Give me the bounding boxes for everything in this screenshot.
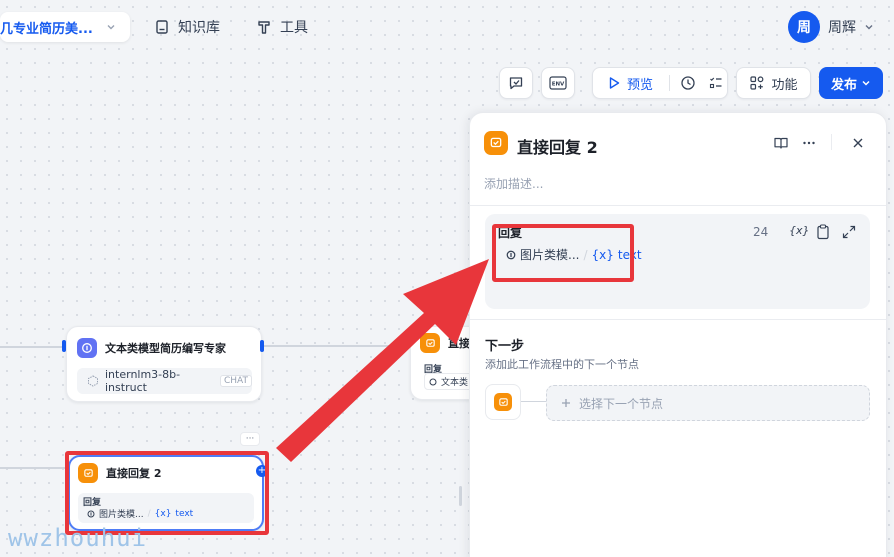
description-input[interactable]: 添加描述... — [484, 175, 543, 192]
preview-button[interactable]: 预览 — [627, 74, 653, 93]
llm-node-title: 文本类模型简历编写专家 — [105, 342, 226, 355]
next-step-description: 添加此工作流程中的下一个节点 — [485, 358, 639, 371]
user-name: 周辉 — [828, 20, 856, 36]
user-menu[interactable]: 周 周辉 — [788, 11, 874, 43]
divider — [470, 319, 886, 320]
model-name: internlm3-8b-instruct — [105, 368, 181, 394]
answer-node-icon — [494, 393, 512, 411]
publish-label: 发布 — [830, 77, 857, 93]
insert-variable-button[interactable]: {x} — [789, 224, 810, 237]
select-next-node-label: 选择下一个节点 — [579, 396, 664, 411]
var-pill: 文本类 — [424, 373, 474, 390]
divider — [831, 134, 832, 150]
panel-title[interactable]: 直接回复 2 — [517, 134, 598, 158]
model-icon — [87, 375, 99, 387]
chevron-down-icon — [861, 78, 871, 88]
node-config-panel: 直接回复 2 添加描述... 回复 24 {x} 图片类模... / {x} t… — [469, 112, 887, 557]
answer-node-icon — [484, 131, 508, 155]
model-tag: CHAT — [219, 375, 252, 387]
nav-knowledge[interactable]: 知识库 — [154, 16, 220, 38]
close-icon[interactable] — [850, 135, 866, 151]
edge — [0, 467, 66, 469]
expand-icon[interactable] — [842, 225, 856, 239]
watermark: wwzhouhui — [8, 524, 148, 552]
avatar: 周 — [788, 11, 820, 43]
llm-node[interactable]: 文本类模型简历编写专家 internlm3-8b-instruct CHAT — [66, 326, 262, 402]
more-icon[interactable] — [801, 135, 817, 151]
divider — [669, 75, 671, 91]
run-history-icon[interactable] — [680, 75, 696, 91]
chevron-down-icon — [106, 22, 116, 32]
book-open-icon[interactable] — [773, 135, 789, 151]
highlight-box-reply — [492, 224, 634, 282]
node-source-handle[interactable] — [260, 340, 264, 352]
env-icon: ENV — [549, 75, 567, 91]
select-next-node[interactable]: 选择下一个节点 — [546, 385, 870, 421]
features-button[interactable]: 功能 — [736, 67, 811, 99]
nav-tools[interactable]: 工具 — [256, 16, 308, 38]
edge — [264, 345, 414, 347]
env-label: ENV — [552, 82, 565, 88]
node-more-button[interactable]: ··· — [240, 432, 260, 446]
features-label: 功能 — [771, 77, 798, 93]
checklist-icon[interactable] — [708, 75, 724, 91]
var-source: 文本类 — [441, 378, 469, 388]
message-check-icon — [508, 75, 524, 91]
panel-resize-handle[interactable] — [459, 486, 462, 506]
app-name: 几专业简历美... — [0, 21, 93, 37]
highlight-box-node — [65, 451, 269, 535]
env-button[interactable]: ENV — [541, 67, 575, 99]
plus-icon — [561, 398, 571, 408]
play-icon — [607, 76, 621, 90]
preview-group: 预览 — [592, 67, 728, 99]
tool-icon — [256, 19, 272, 35]
publish-button[interactable]: 发布 — [819, 67, 883, 99]
connector-line — [521, 401, 547, 402]
llm-node-icon — [77, 338, 97, 358]
edge — [0, 346, 66, 348]
answer-node-icon — [420, 333, 440, 353]
chevron-down-icon — [864, 22, 874, 32]
nav-tools-label: 工具 — [280, 20, 308, 36]
node-target-handle[interactable] — [62, 340, 66, 352]
app-switcher[interactable]: 几专业简历美... — [0, 12, 130, 42]
nav-knowledge-label: 知识库 — [178, 20, 220, 36]
partial-node-title: 直接 — [448, 337, 470, 350]
char-count: 24 — [753, 225, 769, 239]
current-node-badge — [485, 384, 521, 420]
checklist-button[interactable] — [499, 67, 533, 99]
llm-mini-icon — [429, 378, 437, 386]
next-step-title: 下一步 — [485, 339, 525, 354]
book-icon — [154, 19, 170, 35]
clipboard-icon[interactable] — [816, 224, 830, 240]
model-chip[interactable]: internlm3-8b-instruct CHAT — [77, 368, 252, 394]
grid-plus-icon — [749, 75, 765, 91]
divider — [470, 205, 886, 206]
